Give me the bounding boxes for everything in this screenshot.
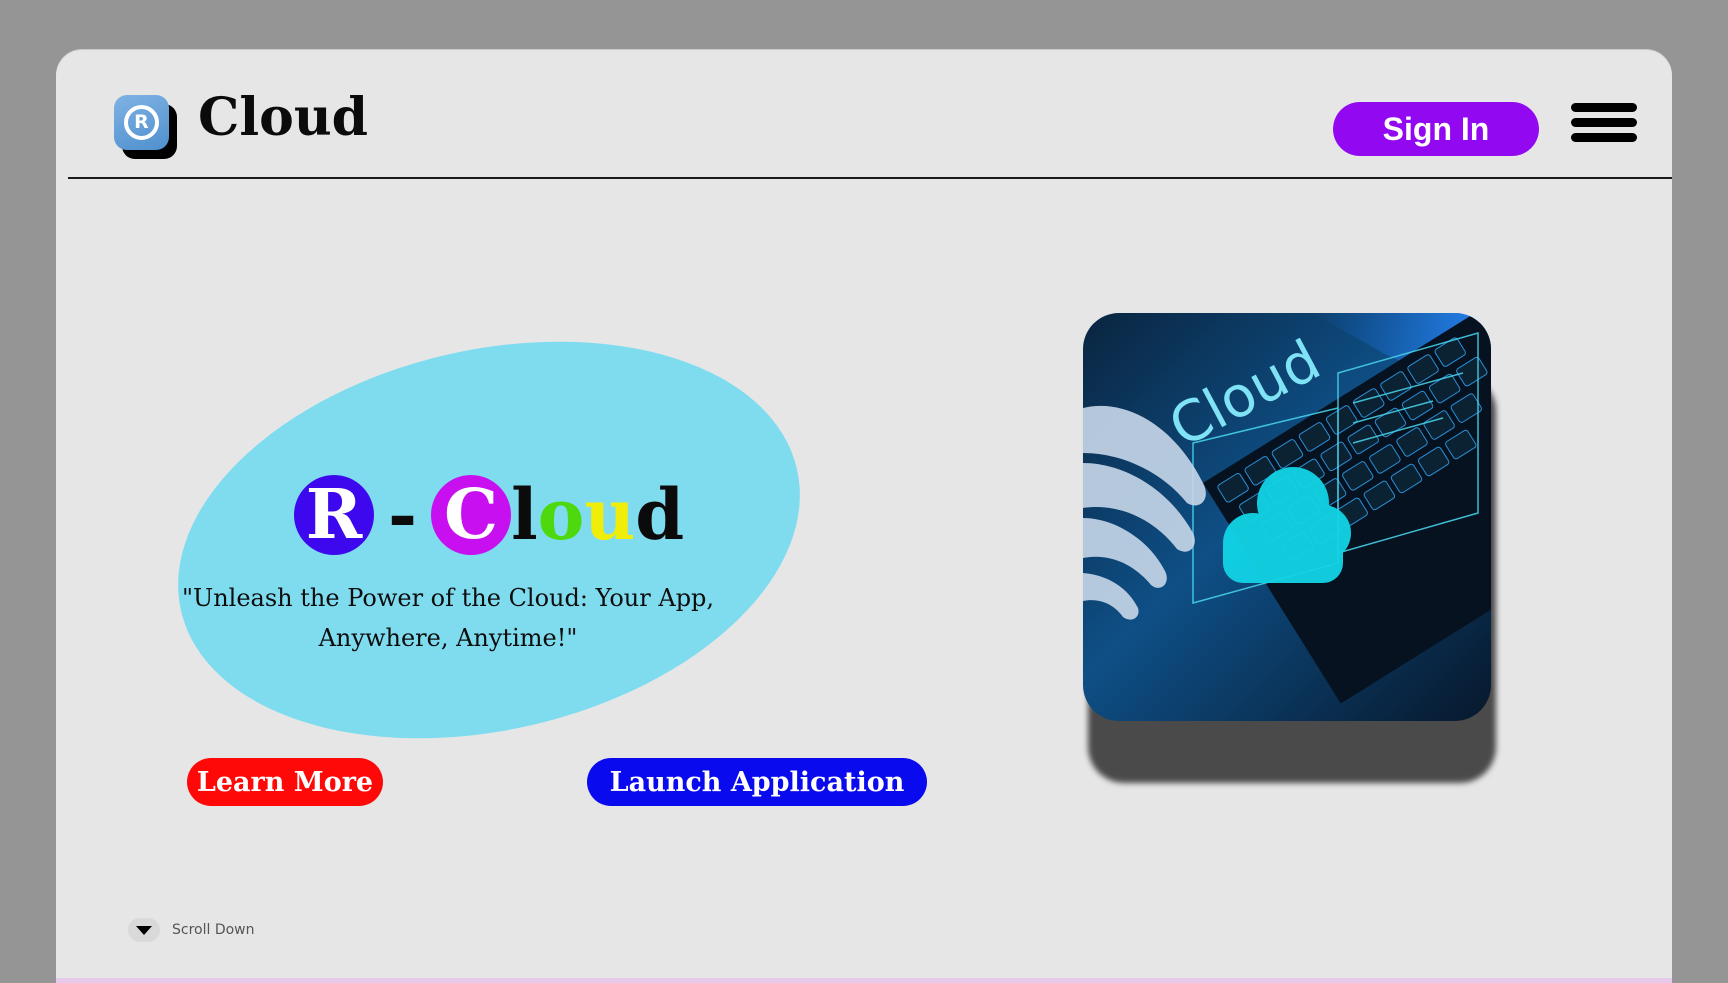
hero-tagline: "Unleash the Power of the Cloud: Your Ap… (181, 584, 715, 652)
hero-title-letter-o: o (537, 473, 585, 556)
hero-title-letter-l: l (511, 473, 538, 556)
registered-icon: R (124, 105, 159, 140)
logo-badge: R (114, 95, 169, 150)
menu-bar (1571, 103, 1637, 112)
scroll-down-label: Scroll Down (172, 922, 255, 938)
hero-title-letter-c: C (431, 475, 512, 555)
hero-cloud-laptop-image: Cloud (1083, 313, 1491, 721)
brand-name[interactable]: Cloud (198, 92, 368, 144)
sign-in-button[interactable]: Sign In (1333, 102, 1539, 156)
hero-title-dash: - (388, 473, 418, 556)
logo[interactable]: R (114, 95, 177, 159)
chevron-down-icon (128, 918, 160, 942)
page-frame: R Cloud Sign In R - C l o u d "Unleash t… (56, 50, 1672, 983)
scroll-down-link[interactable]: Scroll Down (128, 918, 255, 942)
menu-bar (1571, 133, 1637, 142)
hero-title-letter-d: d (635, 473, 685, 556)
hero-title-letter-u: u (584, 473, 636, 556)
launch-application-button[interactable]: Launch Application (587, 758, 927, 806)
hero-title-letter-r: R (294, 475, 374, 555)
hero-title: R - C l o u d (294, 470, 684, 560)
menu-bar (1571, 118, 1637, 127)
header-divider (68, 177, 1672, 179)
learn-more-button[interactable]: Learn More (187, 758, 383, 806)
bottom-accent-strip (56, 978, 1672, 983)
cloud-laptop-illustration: Cloud (1083, 313, 1491, 721)
hamburger-menu-icon[interactable] (1571, 103, 1637, 143)
